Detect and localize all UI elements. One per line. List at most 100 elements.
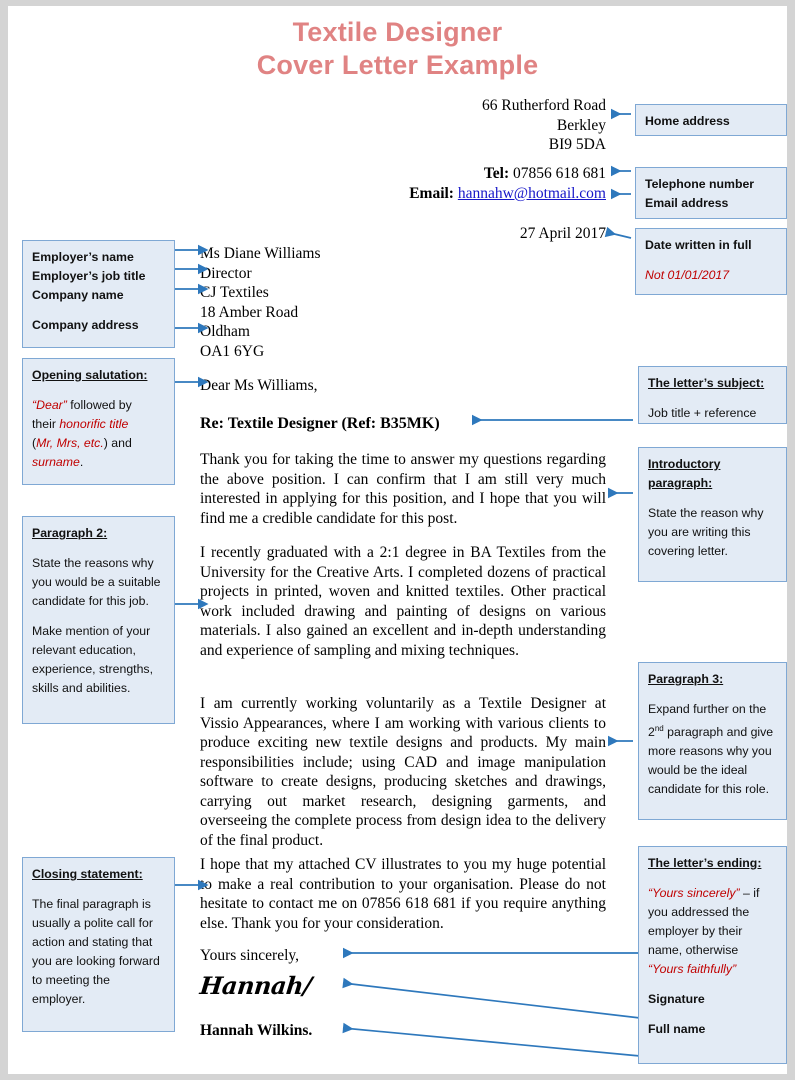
salutation-text-5: . — [79, 455, 84, 469]
ending-text-3: employer by their — [648, 924, 743, 938]
callout-paragraph-3-body: Expand further on the 2nd paragraph and … — [648, 700, 777, 799]
arrow-date — [604, 226, 632, 239]
callout-employer-details[interactable]: Employer’s name Employer’s job title Com… — [22, 240, 175, 348]
email-label: Email: — [409, 184, 454, 202]
sender-address-block: 66 Rutherford Road Berkley BI9 5DA — [308, 96, 606, 155]
letter-paragraph-2: I recently graduated with a 2:1 degree i… — [200, 544, 606, 659]
callout-salutation-body: “Dear” followed by their honorific title… — [32, 396, 165, 472]
callout-paragraph-3-heading: Paragraph 3: — [648, 672, 724, 686]
callout-date-note: Not 01/01/2017 — [645, 268, 730, 282]
letter-paragraph-4: I hope that my attached CV illustrates t… — [200, 856, 606, 932]
letter-paragraph-1: Thank you for taking the time to answer … — [200, 451, 606, 527]
ending-text-2: you addressed the — [648, 905, 750, 919]
letter-full-name: Hannah Wilkins. — [200, 1022, 313, 1039]
sender-address-line-3: BI9 5DA — [548, 136, 606, 153]
callout-email-label: Email address — [645, 196, 729, 210]
telephone-value: 07856 618 681 — [513, 165, 606, 182]
telephone-label: Tel: — [483, 165, 510, 182]
callout-date-title: Date written in full — [645, 238, 752, 252]
title-line-1: Textile Designer — [292, 17, 503, 47]
callout-employer-job-title: Employer’s job title — [32, 269, 146, 283]
callout-paragraph-2-heading: Paragraph 2: — [32, 526, 108, 540]
callout-intro-body: State the reason why you are writing thi… — [648, 506, 764, 558]
callout-ending-heading: The letter’s ending: — [648, 856, 762, 870]
letter-paragraph-3: I am currently working voluntarily as a … — [200, 695, 606, 849]
paragraph-3-text-b: paragraph and give more reasons why you … — [648, 725, 774, 797]
callout-intro-heading-line-2: paragraph: — [648, 476, 713, 490]
callout-date-written[interactable]: Date written in full Not 01/01/2017 — [635, 228, 787, 295]
salutation-term-surname: surname — [32, 455, 80, 469]
salutation-term-honorific: honorific title — [59, 417, 129, 431]
callout-ending-full-name-label: Full name — [648, 1022, 706, 1036]
salutation-text-2: their — [32, 417, 60, 431]
letter-subject: Re: Textile Designer (Ref: B35MK) — [200, 415, 440, 432]
email-line: Email: hannahw@hotmail.com — [288, 184, 606, 204]
callout-company-address: Company address — [32, 318, 139, 332]
callout-paragraph-3[interactable]: Paragraph 3: Expand further on the 2nd p… — [638, 662, 787, 820]
callout-letter-subject[interactable]: The letter’s subject: Job title + refere… — [638, 366, 787, 424]
telephone-line: Tel: 07856 618 681 — [288, 164, 606, 184]
callout-introductory-paragraph[interactable]: Introductory paragraph: State the reason… — [638, 447, 787, 582]
callout-closing-heading: Closing statement: — [32, 867, 143, 881]
callout-ending-signature-label: Signature — [648, 992, 705, 1006]
recipient-address-line-1: 18 Amber Road — [200, 303, 299, 321]
callout-opening-salutation[interactable]: Opening salutation: “Dear” followed by t… — [22, 358, 175, 485]
salutation-text-1: followed by — [66, 398, 132, 412]
letter-date: 27 April 2017 — [519, 225, 606, 242]
callout-employer-name: Employer’s name — [32, 250, 134, 264]
sender-address-line-2: Berkley — [556, 116, 606, 134]
contact-block: Tel: 07856 618 681 Email: hannahw@hotmai… — [288, 164, 606, 203]
signature-image: Hannah/ — [198, 971, 313, 1000]
ending-term-faithfully: “Yours faithfully” — [648, 962, 737, 976]
salutation-text-4: ) and — [103, 436, 132, 450]
letter-sign-off: Yours sincerely, — [200, 947, 300, 964]
ordinal-suffix: nd — [654, 724, 664, 733]
email-link[interactable]: hannahw@hotmail.com — [458, 185, 606, 202]
recipient-block: Ms Diane Williams Director CJ Textiles 1… — [200, 244, 490, 361]
salutation-term-dear: “Dear” — [32, 398, 67, 412]
callout-letter-ending[interactable]: The letter’s ending: “Yours sincerely” –… — [638, 846, 787, 1064]
recipient-address-line-3: OA1 6YG — [200, 342, 265, 360]
ending-text-4: name, otherwise — [648, 943, 739, 957]
arrow-signature — [342, 977, 641, 1019]
callout-company-name: Company name — [32, 288, 124, 302]
callout-telephone-email[interactable]: Telephone number Email address — [635, 167, 787, 219]
ending-text-1: – if — [739, 886, 760, 900]
salutation-term-examples: Mr, Mrs, etc. — [36, 436, 104, 450]
callout-ending-body: “Yours sincerely” – if you addressed the… — [648, 884, 777, 979]
recipient-name: Ms Diane Williams — [200, 245, 321, 262]
callout-closing-statement[interactable]: Closing statement: The final paragraph i… — [22, 857, 175, 1032]
callout-paragraph-2[interactable]: Paragraph 2: State the reasons why you w… — [22, 516, 175, 724]
callout-home-address-title: Home address — [645, 114, 730, 128]
title-line-2: Cover Letter Example — [256, 50, 539, 80]
ending-term-sincerely: “Yours sincerely” — [648, 886, 740, 900]
letter-salutation: Dear Ms Williams, — [200, 377, 318, 394]
recipient-job-title: Director — [200, 264, 252, 282]
recipient-company: CJ Textiles — [200, 284, 269, 301]
callout-subject-body: Job title + reference — [648, 406, 757, 420]
callout-telephone-label: Telephone number — [645, 177, 755, 191]
document-page: Textile Designer Cover Letter Example 66… — [8, 6, 787, 1074]
sender-address-line-1: 66 Rutherford Road — [482, 97, 606, 114]
callout-closing-body: The final paragraph is usually a polite … — [32, 897, 160, 1006]
callout-salutation-heading: Opening salutation: — [32, 368, 148, 382]
callout-subject-heading: The letter’s subject: — [648, 376, 765, 390]
recipient-address-line-2: Oldham — [200, 323, 250, 340]
callout-paragraph-2-body-2: Make mention of your relevant education,… — [32, 624, 153, 695]
callout-intro-heading-line-1: Introductory — [648, 457, 721, 471]
callout-home-address[interactable]: Home address — [635, 104, 787, 136]
page-title: Textile Designer Cover Letter Example — [8, 16, 787, 82]
callout-paragraph-2-body-1: State the reasons why you would be a sui… — [32, 556, 161, 608]
